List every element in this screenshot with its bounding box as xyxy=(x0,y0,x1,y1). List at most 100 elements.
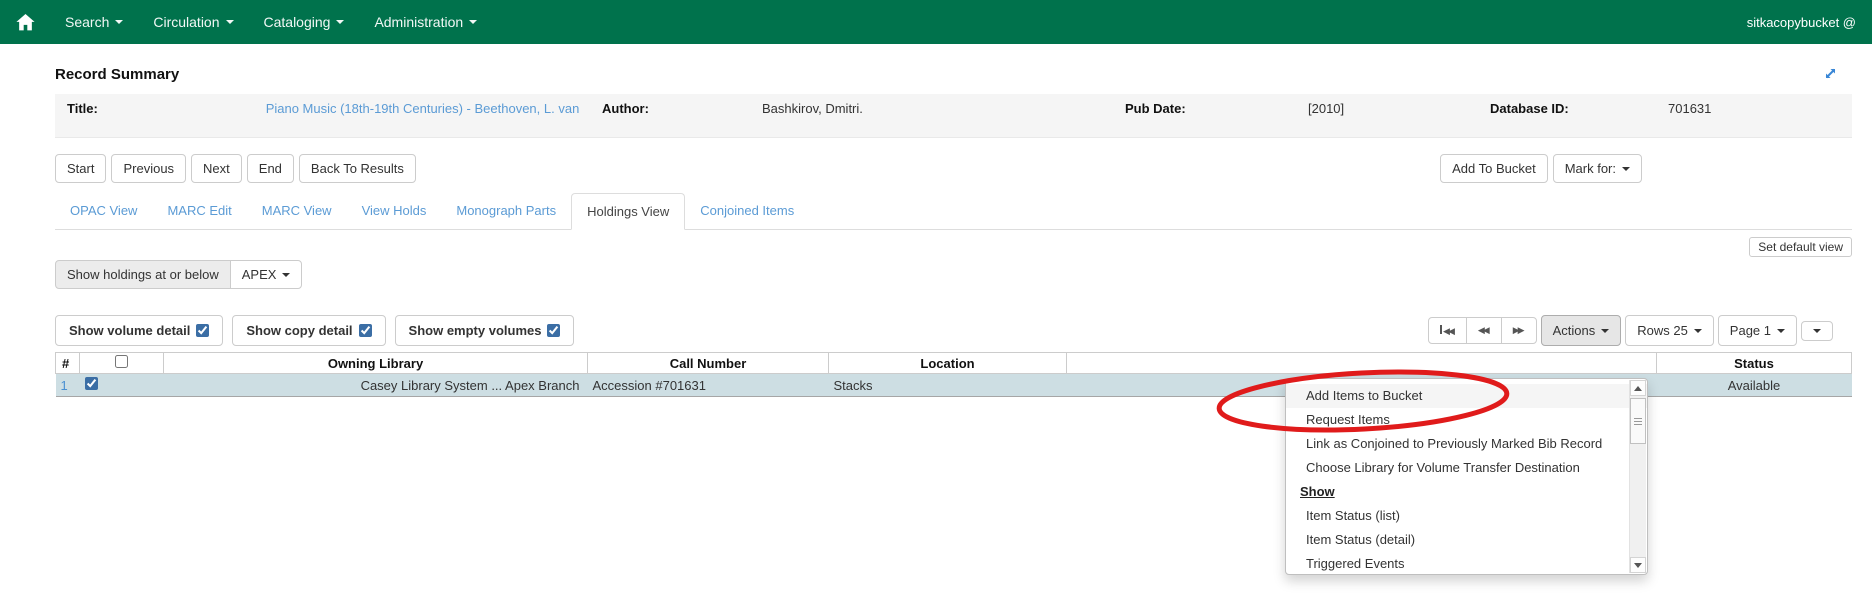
title-link[interactable]: Piano Music (18th-19th Centuries) - Beet… xyxy=(266,101,580,116)
mark-for-label: Mark for: xyxy=(1565,161,1616,176)
menu-item-link-as-conjoined[interactable]: Link as Conjoined to Previously Marked B… xyxy=(1286,432,1647,456)
rows-dropdown-button[interactable]: Rows 25 xyxy=(1625,315,1714,346)
show-empty-volumes-checkbox[interactable] xyxy=(547,324,560,337)
scroll-down-icon[interactable] xyxy=(1630,557,1646,573)
mark-for-button[interactable]: Mark for: xyxy=(1553,154,1642,183)
actions-dropdown-button[interactable]: Actions xyxy=(1541,315,1622,346)
actions-menu: Add Items to Bucket Request Items Link a… xyxy=(1285,378,1648,575)
caret-down-icon xyxy=(1601,329,1609,333)
menu-search-label: Search xyxy=(65,14,109,30)
show-empty-volumes-toggle[interactable]: Show empty volumes xyxy=(395,315,575,346)
menu-item-request-items[interactable]: Request Items xyxy=(1286,408,1647,432)
show-copy-detail-checkbox[interactable] xyxy=(359,324,372,337)
show-copy-detail-toggle[interactable]: Show copy detail xyxy=(232,315,385,346)
tab-opac-view[interactable]: OPAC View xyxy=(55,193,152,230)
page-body: Record Summary Title: Piano Music (18th-… xyxy=(0,66,1872,397)
menu-item-triggered-events[interactable]: Triggered Events xyxy=(1286,552,1647,575)
database-id-value: 701631 xyxy=(1668,101,1852,131)
show-empty-volumes-label: Show empty volumes xyxy=(409,323,542,338)
actions-label: Actions xyxy=(1553,323,1596,338)
scroll-up-icon[interactable] xyxy=(1630,380,1646,396)
show-volume-detail-toggle[interactable]: Show volume detail xyxy=(55,315,223,346)
set-default-view-button[interactable]: Set default view xyxy=(1749,237,1852,257)
menu-item-item-status-list[interactable]: Item Status (list) xyxy=(1286,504,1647,528)
org-unit-selector[interactable]: APEX xyxy=(230,260,303,289)
tab-marc-edit[interactable]: MARC Edit xyxy=(152,193,246,230)
next-button[interactable]: Next xyxy=(191,154,242,183)
end-button[interactable]: End xyxy=(247,154,294,183)
menu-cataloging-label: Cataloging xyxy=(264,14,331,30)
col-header-select xyxy=(80,353,164,374)
col-header-num[interactable]: # xyxy=(56,353,80,374)
col-header-owning-library[interactable]: Owning Library xyxy=(164,353,588,374)
author-value: Bashkirov, Dmitri. xyxy=(762,101,1113,131)
caret-down-icon xyxy=(469,20,477,24)
record-summary-band: Title: Piano Music (18th-19th Centuries)… xyxy=(55,94,1852,138)
caret-down-icon xyxy=(226,20,234,24)
menu-administration[interactable]: Administration xyxy=(359,14,492,30)
tab-conjoined-items[interactable]: Conjoined Items xyxy=(685,193,809,230)
menu-cataloging[interactable]: Cataloging xyxy=(249,14,360,30)
previous-button[interactable]: Previous xyxy=(111,154,186,183)
select-all-checkbox[interactable] xyxy=(115,355,128,368)
menu-item-item-status-detail[interactable]: Item Status (detail) xyxy=(1286,528,1647,552)
col-header-hidden xyxy=(1067,353,1657,374)
pub-date-value: [2010] xyxy=(1308,101,1478,131)
row-select-checkbox[interactable] xyxy=(85,377,98,390)
caret-down-icon xyxy=(1694,329,1702,333)
grid-options-button[interactable] xyxy=(1801,321,1833,341)
caret-down-icon xyxy=(282,273,290,277)
menu-item-add-items-to-bucket[interactable]: Add Items to Bucket xyxy=(1286,384,1647,408)
double-right-icon: ▶▶ xyxy=(1513,326,1525,335)
back-to-results-button[interactable]: Back To Results xyxy=(299,154,416,183)
tab-view-holds[interactable]: View Holds xyxy=(347,193,442,230)
scrollbar-thumb[interactable] xyxy=(1630,398,1646,444)
menu-administration-label: Administration xyxy=(374,14,463,30)
show-volume-detail-checkbox[interactable] xyxy=(196,324,209,337)
menu-scrollbar[interactable] xyxy=(1629,380,1646,573)
pub-date-label: Pub Date: xyxy=(1113,101,1308,131)
first-page-icon: ◀◀ xyxy=(1440,325,1455,336)
first-page-button[interactable]: ◀◀ xyxy=(1428,317,1467,344)
tab-holdings-view[interactable]: Holdings View xyxy=(571,193,685,230)
holdings-header-row: # Owning Library Call Number Location St… xyxy=(56,353,1852,374)
tab-monograph-parts[interactable]: Monograph Parts xyxy=(441,193,571,230)
expand-icon[interactable] xyxy=(1823,66,1838,86)
caret-down-icon xyxy=(1622,167,1630,171)
logged-in-user[interactable]: sitkacopybucket @ xyxy=(1747,15,1856,30)
top-navbar: Search Circulation Cataloging Administra… xyxy=(0,0,1872,44)
caret-down-icon xyxy=(115,20,123,24)
home-icon[interactable] xyxy=(16,14,50,31)
add-to-bucket-button[interactable]: Add To Bucket xyxy=(1440,154,1548,183)
menu-circulation[interactable]: Circulation xyxy=(138,14,248,30)
col-header-status[interactable]: Status xyxy=(1657,353,1852,374)
menu-item-choose-library-volume-transfer[interactable]: Choose Library for Volume Transfer Desti… xyxy=(1286,456,1647,480)
col-header-location[interactable]: Location xyxy=(829,353,1067,374)
show-holdings-at-or-below-label: Show holdings at or below xyxy=(55,260,231,289)
show-copy-detail-label: Show copy detail xyxy=(246,323,352,338)
page-label: Page 1 xyxy=(1730,323,1771,338)
previous-page-button[interactable]: ◀◀ xyxy=(1466,317,1502,344)
page-dropdown-button[interactable]: Page 1 xyxy=(1718,315,1797,346)
database-id-label: Database ID: xyxy=(1478,101,1668,131)
caret-down-icon xyxy=(336,20,344,24)
call-number-cell: Accession #701631 xyxy=(588,374,829,397)
double-left-icon: ◀◀ xyxy=(1478,326,1490,335)
menu-search[interactable]: Search xyxy=(50,14,138,30)
tab-marc-view[interactable]: MARC View xyxy=(247,193,347,230)
caret-down-icon xyxy=(1777,329,1785,333)
col-header-call-number[interactable]: Call Number xyxy=(588,353,829,374)
record-summary-heading: Record Summary xyxy=(55,66,179,83)
next-page-button[interactable]: ▶▶ xyxy=(1501,317,1537,344)
caret-down-icon xyxy=(1813,329,1821,333)
title-label: Title: xyxy=(55,101,255,131)
menu-circulation-label: Circulation xyxy=(153,14,219,30)
row-number-link[interactable]: 1 xyxy=(61,378,68,393)
show-volume-detail-label: Show volume detail xyxy=(69,323,190,338)
location-cell: Stacks xyxy=(829,374,1067,397)
record-tabs: OPAC View MARC Edit MARC View View Holds… xyxy=(55,193,1852,230)
owning-library-cell: Casey Library System ... Apex Branch xyxy=(164,374,588,397)
status-cell: Available xyxy=(1657,374,1852,397)
org-unit-label: APEX xyxy=(242,267,277,282)
start-button[interactable]: Start xyxy=(55,154,106,183)
